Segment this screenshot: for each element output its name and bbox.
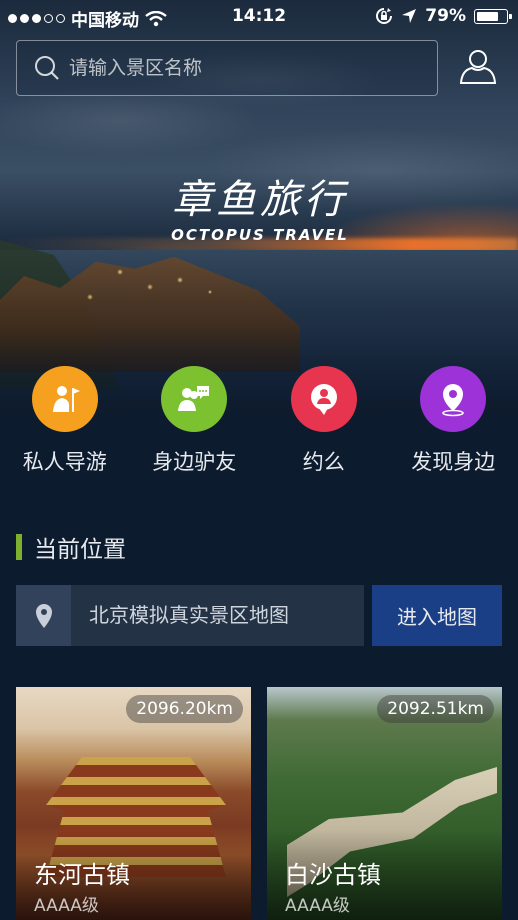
location-pin-icon (442, 384, 465, 417)
feature-private-guide[interactable]: 私人导游 (0, 366, 130, 476)
scenic-spot-grade: AAAA级 (285, 896, 350, 916)
user-profile-icon[interactable] (458, 46, 498, 86)
scenic-spot-name: 白沙古镇 (285, 861, 381, 889)
current-location-text: 北京模拟真实景区地图 (89, 603, 289, 627)
feature-label: 私人导游 (22, 450, 107, 474)
feature-nearby-friends[interactable]: 身边驴友 (130, 366, 260, 476)
enter-map-button[interactable]: 进入地图 (372, 585, 502, 646)
distance-badge: 2096.20km (126, 695, 243, 723)
feature-circle (31, 366, 98, 432)
status-bar: 中国移动 14:12 79% (0, 0, 518, 34)
chat-bubble-icon (310, 384, 337, 415)
section-title-text: 当前位置 (34, 537, 126, 563)
section-current-location: 当前位置 (16, 533, 126, 563)
search-icon (35, 56, 59, 80)
scenic-spot-card[interactable]: 2092.51km 白沙古镇 AAAA级 (267, 687, 502, 920)
rotation-lock-icon (376, 8, 393, 24)
location-arrow-icon (402, 9, 417, 23)
location-pin-box (16, 585, 71, 646)
feature-label: 约么 (302, 450, 345, 474)
section-accent-bar (16, 534, 22, 560)
guide-icon (52, 386, 80, 412)
logo-english: OCTOPUS TRAVEL (171, 226, 349, 244)
battery-percentage: 79% (425, 6, 466, 26)
search-bar[interactable] (16, 40, 438, 96)
feature-label: 发现身边 (411, 450, 496, 474)
feature-circle (161, 366, 228, 432)
search-input[interactable] (67, 56, 411, 80)
battery-fill (477, 11, 498, 21)
logo-chinese: 章鱼旅行 (172, 177, 348, 223)
current-location-bar[interactable]: 北京模拟真实景区地图 (16, 585, 364, 646)
app-logo: 章鱼旅行 OCTOPUS TRAVEL (160, 176, 360, 266)
feature-menu: 私人导游 身边驴友 约么 发现身边 (0, 366, 518, 476)
feature-discover-nearby[interactable]: 发现身边 (389, 366, 518, 476)
friends-chat-icon (178, 386, 210, 411)
feature-meetup[interactable]: 约么 (259, 366, 389, 476)
scenic-spot-card[interactable]: 2096.20km 东河古镇 AAAA级 (16, 687, 251, 920)
status-right: 79% (375, 6, 512, 26)
distance-badge: 2092.51km (377, 695, 494, 723)
map-pin-icon (35, 603, 52, 628)
feature-label: 身边驴友 (152, 450, 237, 474)
battery-icon (474, 8, 512, 24)
scenic-spot-name: 东河古镇 (34, 861, 130, 889)
scenic-spot-grade: AAAA级 (34, 896, 99, 916)
feature-circle (420, 366, 487, 432)
feature-circle (290, 366, 357, 432)
